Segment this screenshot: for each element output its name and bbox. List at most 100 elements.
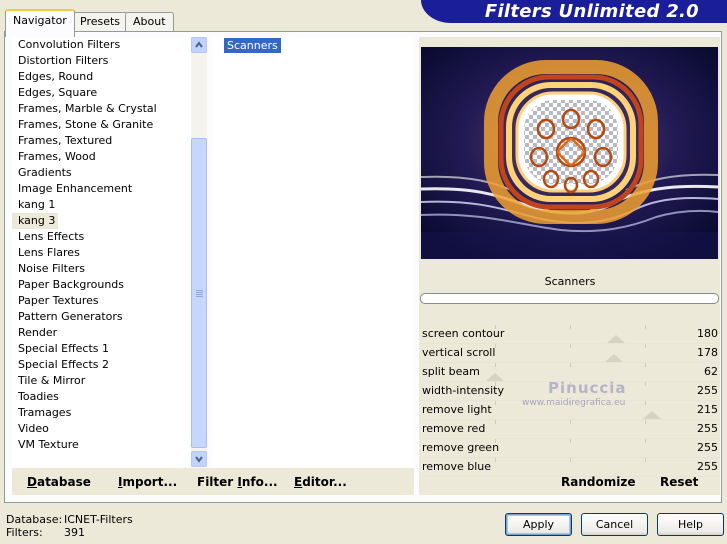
category-label: Image Enhancement [18, 182, 133, 195]
scroll-up-button[interactable] [191, 37, 207, 53]
category-label: Edges, Round [18, 70, 94, 83]
apply-button[interactable]: Apply [505, 513, 572, 536]
param-row[interactable]: remove red 255 [420, 420, 720, 439]
category-item[interactable]: Pattern Generators [12, 309, 190, 325]
category-item[interactable]: Frames, Wood [12, 149, 190, 165]
category-label: Distortion Filters [18, 54, 109, 67]
param-value: 215 [697, 403, 718, 416]
filter-item-scanners[interactable]: Scanners [224, 38, 281, 53]
category-label: VM Texture [18, 438, 79, 451]
cancel-button[interactable]: Cancel [581, 513, 648, 536]
category-label: Paper Backgrounds [18, 278, 125, 291]
category-item[interactable]: Lens Effects [12, 229, 190, 245]
filter-list-panel [213, 37, 413, 467]
category-label: kang 1 [18, 198, 56, 211]
category-label: Frames, Stone & Granite [18, 118, 154, 131]
category-item[interactable]: Edges, Round [12, 69, 190, 85]
param-row[interactable]: remove green 255 [420, 439, 720, 458]
category-label: Special Effects 2 [18, 358, 110, 371]
param-name: screen contour [422, 327, 505, 340]
category-item[interactable]: Frames, Textured [12, 133, 190, 149]
filter-info-button[interactable]: Filter Info... [197, 475, 278, 489]
category-label: Frames, Marble & Crystal [18, 102, 157, 115]
slider-thumb[interactable] [607, 335, 625, 343]
category-label: Edges, Square [18, 86, 98, 99]
param-name: remove light [422, 403, 492, 416]
category-item[interactable]: Paper Textures [12, 293, 190, 309]
preview-image [421, 47, 718, 259]
category-item[interactable]: VM Texture [12, 437, 190, 453]
category-item[interactable]: Gradients [12, 165, 190, 181]
slider-thumb[interactable] [643, 411, 661, 419]
param-name: vertical scroll [422, 346, 496, 359]
progress-bar [420, 293, 719, 304]
category-item[interactable]: Video [12, 421, 190, 437]
category-item[interactable]: Distortion Filters [12, 53, 190, 69]
category-label: Pattern Generators [18, 310, 123, 323]
category-item[interactable]: Frames, Stone & Granite [12, 117, 190, 133]
chevron-up-icon [195, 41, 203, 48]
category-list: Convolution Filters Distortion Filters Edg… [12, 37, 190, 453]
category-item[interactable]: Noise Filters [12, 261, 190, 277]
category-label: Lens Flares [18, 246, 80, 259]
title-banner: Filters Unlimited 2.0 [421, 0, 727, 23]
database-button[interactable]: Database [27, 475, 91, 489]
filters-count-label: Filters: [6, 526, 43, 539]
database-label: Database: [6, 513, 63, 526]
reset-button[interactable]: Reset [660, 475, 698, 489]
slider-thumb[interactable] [486, 373, 504, 381]
editor-button[interactable]: Editor... [294, 475, 347, 489]
category-item[interactable]: Toadies [12, 389, 190, 405]
category-item[interactable]: Frames, Marble & Crystal [12, 101, 190, 117]
param-value: 180 [697, 327, 718, 340]
category-label: Noise Filters [18, 262, 85, 275]
param-name: remove green [422, 441, 500, 454]
param-name: width-intensity [422, 384, 504, 397]
category-item[interactable]: Render [12, 325, 190, 341]
scroll-thumb[interactable] [191, 138, 207, 448]
param-name: remove red [422, 422, 486, 435]
import-button[interactable]: Import... [118, 475, 177, 489]
filters-count-value: 391 [64, 526, 85, 539]
category-item[interactable]: kang 3 [12, 213, 190, 229]
category-label: Tile & Mirror [18, 374, 86, 387]
category-label: Lens Effects [18, 230, 85, 243]
param-row[interactable]: screen contour 180 [420, 325, 720, 344]
param-name: remove blue [422, 460, 492, 473]
current-filter-name: Scanners [544, 275, 596, 288]
preview-artwork [421, 47, 718, 259]
category-item[interactable]: kang 1 [12, 197, 190, 213]
category-label: Convolution Filters [18, 38, 121, 51]
param-row[interactable]: vertical scroll 178 [420, 344, 720, 363]
category-scrollbar[interactable] [191, 37, 207, 467]
category-item[interactable]: Paper Backgrounds [12, 277, 190, 293]
randomize-button[interactable]: Randomize [561, 475, 635, 489]
category-item[interactable]: Special Effects 1 [12, 341, 190, 357]
category-label: Frames, Textured [18, 134, 113, 147]
database-value: ICNET-Filters [64, 513, 133, 526]
category-label: Gradients [18, 166, 72, 179]
tab-navigator[interactable]: Navigator [5, 9, 75, 37]
help-button[interactable]: Help [657, 513, 724, 536]
category-item[interactable]: Convolution Filters [12, 37, 190, 53]
category-label: kang 3 [12, 213, 59, 229]
param-value: 255 [697, 384, 718, 397]
watermark-url: www.maidiregrafica.eu [522, 398, 626, 408]
category-label: Tramages [18, 406, 72, 419]
slider-thumb[interactable] [605, 354, 623, 362]
scroll-down-button[interactable] [191, 451, 207, 467]
category-label: Render [18, 326, 58, 339]
category-item[interactable]: Tramages [12, 405, 190, 421]
category-item[interactable]: Edges, Square [12, 85, 190, 101]
category-item[interactable]: Lens Flares [12, 245, 190, 261]
chevron-down-icon [195, 456, 203, 463]
category-item[interactable]: Tile & Mirror [12, 373, 190, 389]
category-label: Paper Textures [18, 294, 99, 307]
category-item[interactable]: Image Enhancement [12, 181, 190, 197]
watermark-name: Pinuccia [548, 379, 627, 397]
param-name: split beam [422, 365, 480, 378]
category-label: Video [18, 422, 49, 435]
category-item[interactable]: Special Effects 2 [12, 357, 190, 373]
param-value: 178 [697, 346, 718, 359]
param-value: 255 [697, 460, 718, 473]
